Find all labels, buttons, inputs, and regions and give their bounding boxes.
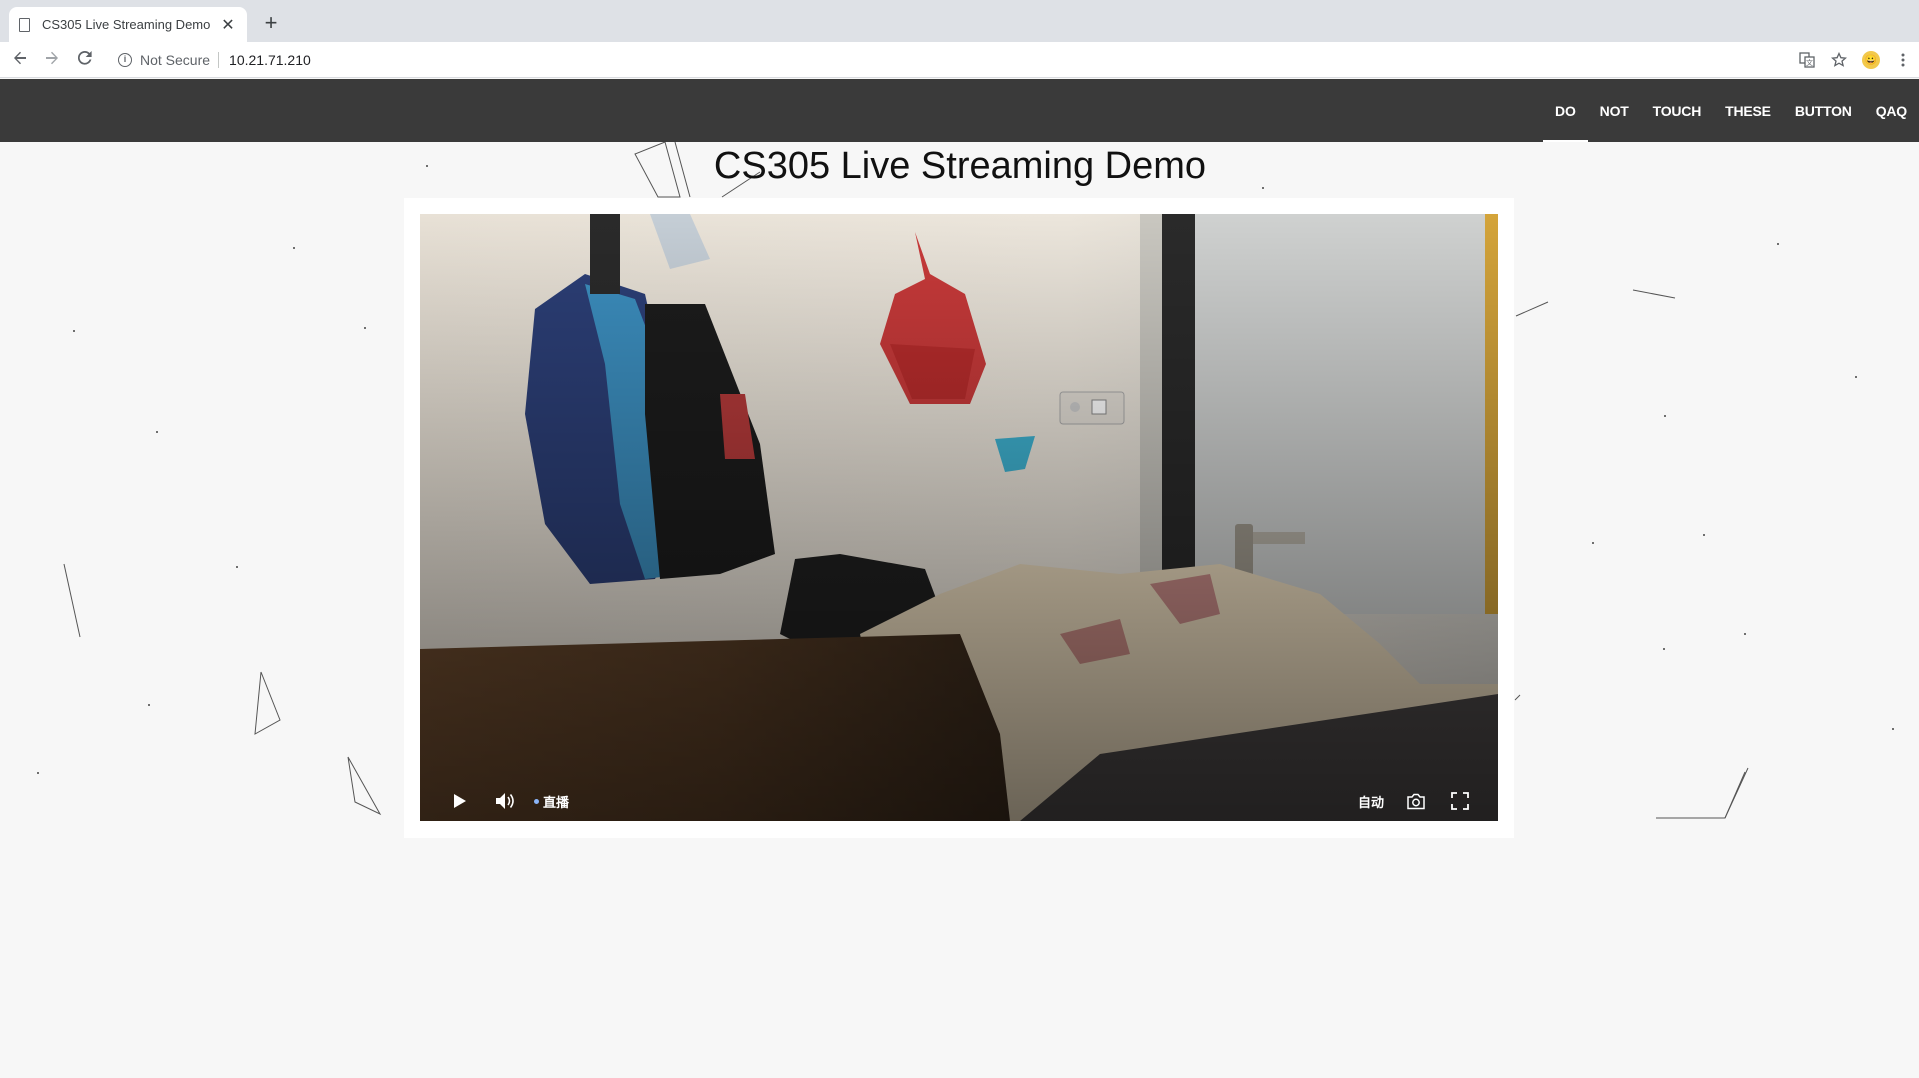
nav-item-not[interactable]: NOT bbox=[1588, 79, 1641, 142]
svg-text:文: 文 bbox=[1806, 58, 1813, 67]
reload-icon[interactable] bbox=[73, 48, 97, 72]
new-tab-button[interactable]: + bbox=[259, 11, 283, 35]
video-frame bbox=[420, 214, 1498, 821]
address-bar[interactable]: i Not Secure 10.21.71.210 bbox=[108, 46, 1808, 74]
nav-item-button[interactable]: BUTTON bbox=[1783, 79, 1864, 142]
volume-button[interactable] bbox=[492, 789, 520, 813]
play-icon bbox=[454, 794, 466, 808]
url-text[interactable]: 10.21.71.210 bbox=[219, 52, 311, 68]
live-video[interactable] bbox=[420, 214, 1498, 821]
menu-icon[interactable] bbox=[1887, 42, 1919, 78]
screenshot-icon bbox=[1407, 793, 1425, 809]
profile-avatar[interactable]: 😀 bbox=[1855, 42, 1887, 78]
fullscreen-button[interactable] bbox=[1448, 789, 1472, 813]
nav-item-qaq[interactable]: QAQ bbox=[1864, 79, 1919, 142]
page-title: CS305 Live Streaming Demo bbox=[713, 145, 1207, 187]
play-button[interactable] bbox=[448, 789, 472, 813]
avatar: 😀 bbox=[1862, 51, 1880, 69]
fullscreen-icon bbox=[1451, 792, 1469, 810]
nav-item-touch[interactable]: TOUCH bbox=[1641, 79, 1714, 142]
quality-selector[interactable]: 自动 bbox=[1358, 792, 1384, 811]
site-navbar: DO NOT TOUCH THESE BUTTON QAQ bbox=[0, 79, 1919, 142]
tab-title: CS305 Live Streaming Demo bbox=[42, 17, 211, 32]
screenshot-button[interactable] bbox=[1404, 789, 1428, 813]
security-label: Not Secure bbox=[140, 52, 220, 68]
player-controls: 直播 自动 bbox=[420, 781, 1498, 821]
live-dot bbox=[534, 798, 539, 804]
browser-toolbar: i Not Secure 10.21.71.210 文 😀 bbox=[0, 42, 1919, 78]
volume-icon bbox=[496, 793, 514, 809]
live-indicator: 直播 bbox=[534, 792, 569, 811]
info-icon[interactable]: i bbox=[118, 53, 132, 67]
nav-list: DO NOT TOUCH THESE BUTTON QAQ bbox=[1543, 79, 1919, 142]
forward-icon[interactable] bbox=[40, 48, 64, 72]
nav-item-do[interactable]: DO bbox=[1543, 79, 1588, 142]
close-tab-icon[interactable]: ✕ bbox=[219, 15, 237, 35]
document-icon bbox=[19, 17, 30, 32]
live-label: 直播 bbox=[543, 794, 570, 810]
nav-item-these[interactable]: THESE bbox=[1713, 79, 1783, 142]
back-icon[interactable] bbox=[8, 48, 32, 72]
star-icon[interactable] bbox=[1823, 42, 1855, 78]
browser-tab[interactable]: CS305 Live Streaming Demo ✕ bbox=[9, 7, 247, 42]
translate-icon[interactable]: 文 bbox=[1791, 42, 1823, 78]
browser-tab-bar: CS305 Live Streaming Demo ✕ + bbox=[0, 0, 1919, 42]
